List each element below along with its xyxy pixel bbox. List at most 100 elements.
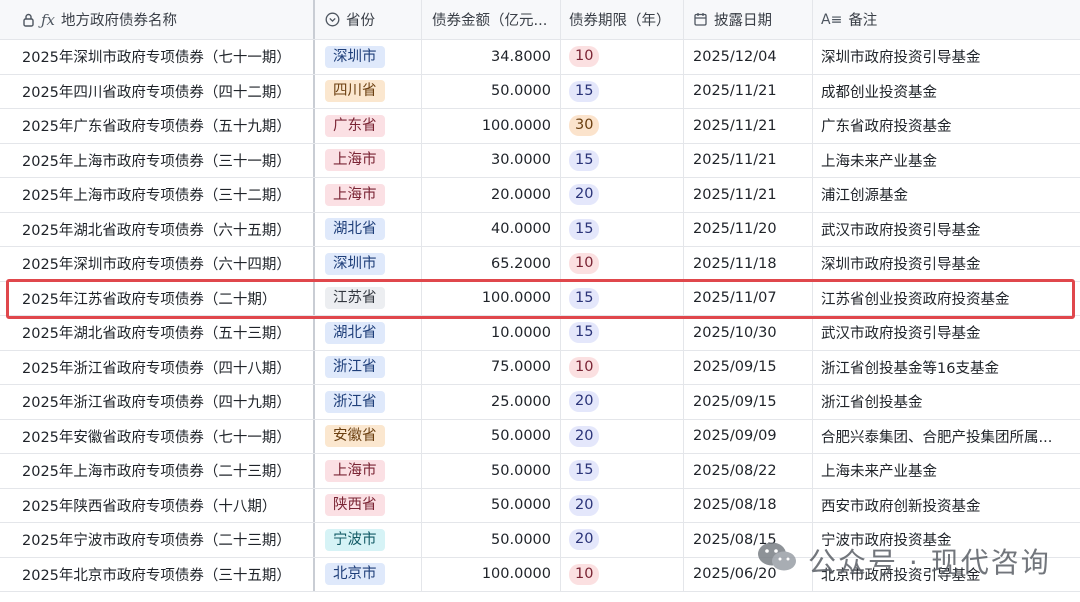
cell-note[interactable]: 浙江省创投基金等16支基金 bbox=[813, 351, 1080, 385]
cell-province[interactable]: 浙江省 bbox=[315, 350, 422, 384]
cell-term[interactable]: 20 bbox=[561, 385, 684, 419]
cell-province[interactable]: 湖北省 bbox=[315, 212, 422, 246]
cell-note[interactable]: 浙江省创投基金 bbox=[813, 385, 1080, 419]
cell-term[interactable]: 30 bbox=[561, 109, 684, 143]
cell-province[interactable]: 宁波市 bbox=[315, 523, 422, 557]
cell-term[interactable]: 15 bbox=[561, 143, 684, 177]
table-row[interactable]: 2025年四川省政府专项债券（四十二期） 四川省 50.0000 15 2025… bbox=[0, 74, 1080, 109]
cell-term[interactable]: 15 bbox=[561, 74, 684, 108]
cell-term[interactable]: 15 bbox=[561, 212, 684, 246]
cell-name[interactable]: 2025年江苏省政府专项债券（二十期） bbox=[0, 281, 315, 315]
table-row[interactable]: 2025年陕西省政府专项债券（十八期） 陕西省 50.0000 20 2025/… bbox=[0, 488, 1080, 523]
cell-province[interactable]: 广东省 bbox=[315, 109, 422, 143]
cell-name[interactable]: 2025年上海市政府专项债券（三十一期） bbox=[0, 143, 315, 177]
cell-note[interactable]: 西安市政府创新投资基金 bbox=[813, 489, 1080, 523]
cell-province[interactable]: 上海市 bbox=[315, 178, 422, 212]
header-name[interactable]: ƒx 地方政府债券名称 bbox=[0, 0, 315, 39]
cell-date[interactable]: 2025/09/09 bbox=[684, 419, 813, 453]
table-row[interactable]: 2025年深圳市政府专项债券（七十一期） 深圳市 34.8000 10 2025… bbox=[0, 40, 1080, 75]
cell-amount[interactable]: 40.0000 bbox=[422, 212, 561, 246]
cell-amount[interactable]: 100.0000 bbox=[422, 557, 561, 591]
cell-term[interactable]: 20 bbox=[561, 419, 684, 453]
cell-term[interactable]: 20 bbox=[561, 178, 684, 212]
cell-amount[interactable]: 100.0000 bbox=[422, 109, 561, 143]
cell-amount[interactable]: 100.0000 bbox=[422, 281, 561, 315]
cell-note[interactable]: 浦江创源基金 bbox=[813, 178, 1080, 212]
cell-date[interactable]: 2025/11/21 bbox=[684, 178, 813, 212]
cell-amount[interactable]: 50.0000 bbox=[422, 419, 561, 453]
table-row[interactable]: 2025年浙江省政府专项债券（四十九期） 浙江省 25.0000 20 2025… bbox=[0, 385, 1080, 420]
table-row[interactable]: 2025年浙江省政府专项债券（四十八期） 浙江省 75.0000 10 2025… bbox=[0, 350, 1080, 385]
cell-note[interactable]: 广东省政府投资基金 bbox=[813, 109, 1080, 143]
cell-province[interactable]: 安徽省 bbox=[315, 419, 422, 453]
cell-name[interactable]: 2025年深圳市政府专项债券（六十四期） bbox=[0, 247, 315, 281]
cell-province[interactable]: 上海市 bbox=[315, 143, 422, 177]
cell-name[interactable]: 2025年上海市政府专项债券（二十三期） bbox=[0, 454, 315, 488]
header-date[interactable]: 披露日期 bbox=[684, 0, 813, 39]
cell-province[interactable]: 浙江省 bbox=[315, 385, 422, 419]
table-row[interactable]: 2025年深圳市政府专项债券（六十四期） 深圳市 65.2000 10 2025… bbox=[0, 247, 1080, 282]
cell-date[interactable]: 2025/09/15 bbox=[684, 385, 813, 419]
cell-amount[interactable]: 20.0000 bbox=[422, 178, 561, 212]
table-row[interactable]: 2025年上海市政府专项债券（二十三期） 上海市 50.0000 15 2025… bbox=[0, 454, 1080, 489]
cell-note[interactable]: 江苏省创业投资政府投资基金 bbox=[813, 282, 1080, 316]
cell-date[interactable]: 2025/11/21 bbox=[684, 74, 813, 108]
header-province[interactable]: 省份 bbox=[315, 0, 422, 39]
cell-province[interactable]: 江苏省 bbox=[315, 281, 422, 315]
cell-name[interactable]: 2025年北京市政府专项债券（三十五期） bbox=[0, 557, 315, 591]
cell-amount[interactable]: 50.0000 bbox=[422, 74, 561, 108]
cell-name[interactable]: 2025年湖北省政府专项债券（六十五期） bbox=[0, 212, 315, 246]
cell-term[interactable]: 20 bbox=[561, 488, 684, 522]
cell-name[interactable]: 2025年宁波市政府专项债券（二十三期） bbox=[0, 523, 315, 557]
cell-term[interactable]: 10 bbox=[561, 557, 684, 591]
cell-term[interactable]: 10 bbox=[561, 40, 684, 74]
cell-note[interactable]: 上海未来产业基金 bbox=[813, 144, 1080, 178]
cell-term[interactable]: 10 bbox=[561, 247, 684, 281]
cell-amount[interactable]: 25.0000 bbox=[422, 385, 561, 419]
cell-date[interactable]: 2025/09/15 bbox=[684, 350, 813, 384]
cell-name[interactable]: 2025年浙江省政府专项债券（四十八期） bbox=[0, 350, 315, 384]
header-note[interactable]: A≡ 备注 bbox=[813, 0, 1080, 39]
cell-province[interactable]: 四川省 bbox=[315, 74, 422, 108]
cell-amount[interactable]: 50.0000 bbox=[422, 523, 561, 557]
cell-amount[interactable]: 30.0000 bbox=[422, 143, 561, 177]
cell-date[interactable]: 2025/11/18 bbox=[684, 247, 813, 281]
cell-term[interactable]: 15 bbox=[561, 281, 684, 315]
table-row[interactable]: 2025年江苏省政府专项债券（二十期） 江苏省 100.0000 15 2025… bbox=[0, 281, 1080, 316]
cell-term[interactable]: 10 bbox=[561, 350, 684, 384]
cell-date[interactable]: 2025/11/21 bbox=[684, 109, 813, 143]
cell-note[interactable]: 深圳市政府投资引导基金 bbox=[813, 247, 1080, 281]
cell-note[interactable]: 成都创业投资基金 bbox=[813, 75, 1080, 109]
header-term[interactable]: 债券期限（年） bbox=[561, 0, 684, 39]
cell-term[interactable]: 20 bbox=[561, 523, 684, 557]
cell-province[interactable]: 上海市 bbox=[315, 454, 422, 488]
cell-amount[interactable]: 65.2000 bbox=[422, 247, 561, 281]
cell-amount[interactable]: 34.8000 bbox=[422, 40, 561, 74]
cell-note[interactable]: 上海未来产业基金 bbox=[813, 454, 1080, 488]
cell-amount[interactable]: 10.0000 bbox=[422, 316, 561, 350]
cell-amount[interactable]: 75.0000 bbox=[422, 350, 561, 384]
cell-amount[interactable]: 50.0000 bbox=[422, 488, 561, 522]
cell-date[interactable]: 2025/12/04 bbox=[684, 40, 813, 74]
cell-name[interactable]: 2025年浙江省政府专项债券（四十九期） bbox=[0, 385, 315, 419]
cell-term[interactable]: 15 bbox=[561, 316, 684, 350]
table-row[interactable]: 2025年上海市政府专项债券（三十二期） 上海市 20.0000 20 2025… bbox=[0, 178, 1080, 213]
table-row[interactable]: 2025年安徽省政府专项债券（七十一期） 安徽省 50.0000 20 2025… bbox=[0, 419, 1080, 454]
cell-note[interactable]: 武汉市政府投资引导基金 bbox=[813, 213, 1080, 247]
cell-date[interactable]: 2025/08/18 bbox=[684, 488, 813, 522]
cell-province[interactable]: 湖北省 bbox=[315, 316, 422, 350]
cell-note[interactable]: 合肥兴泰集团、合肥产投集团所属... bbox=[813, 420, 1080, 454]
cell-name[interactable]: 2025年四川省政府专项债券（四十二期） bbox=[0, 74, 315, 108]
cell-date[interactable]: 2025/10/30 bbox=[684, 316, 813, 350]
cell-date[interactable]: 2025/11/07 bbox=[684, 281, 813, 315]
cell-amount[interactable]: 50.0000 bbox=[422, 454, 561, 488]
cell-date[interactable]: 2025/11/21 bbox=[684, 143, 813, 177]
table-row[interactable]: 2025年上海市政府专项债券（三十一期） 上海市 30.0000 15 2025… bbox=[0, 143, 1080, 178]
cell-name[interactable]: 2025年上海市政府专项债券（三十二期） bbox=[0, 178, 315, 212]
cell-name[interactable]: 2025年陕西省政府专项债券（十八期） bbox=[0, 488, 315, 522]
cell-name[interactable]: 2025年安徽省政府专项债券（七十一期） bbox=[0, 419, 315, 453]
table-row[interactable]: 2025年湖北省政府专项债券（五十三期） 湖北省 10.0000 15 2025… bbox=[0, 316, 1080, 351]
cell-date[interactable]: 2025/11/20 bbox=[684, 212, 813, 246]
cell-province[interactable]: 陕西省 bbox=[315, 488, 422, 522]
cell-date[interactable]: 2025/08/22 bbox=[684, 454, 813, 488]
